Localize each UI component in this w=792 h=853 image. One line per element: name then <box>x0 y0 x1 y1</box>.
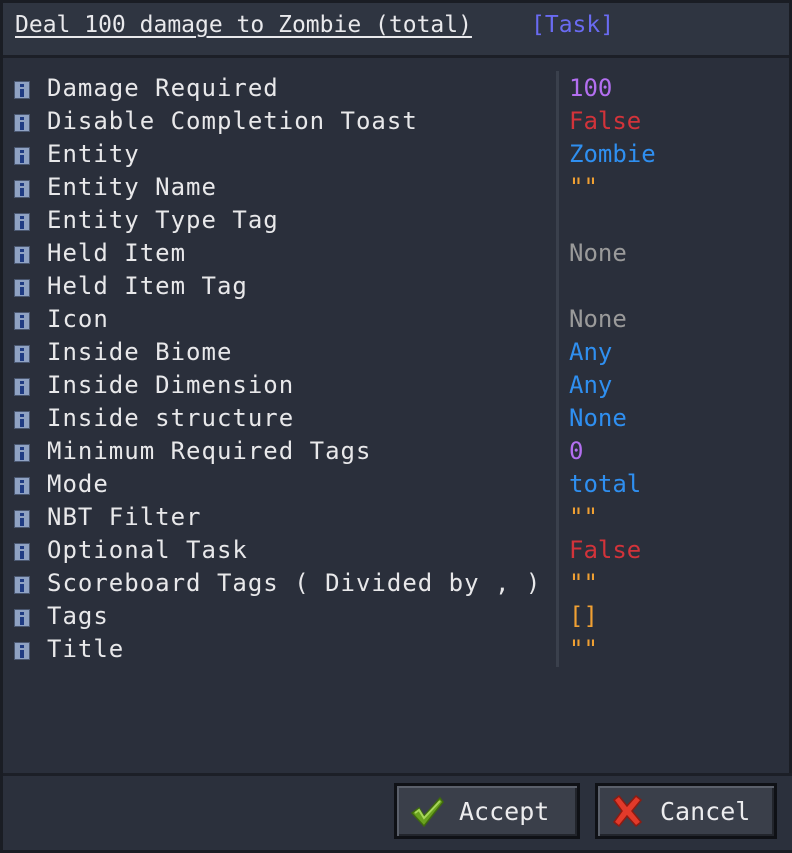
property-label: Optional Task <box>47 536 248 564</box>
property-label: Inside Dimension <box>47 371 295 399</box>
property-row[interactable]: Damage Required 100 <box>3 73 792 106</box>
property-label: Entity <box>47 140 140 168</box>
property-label: Minimum Required Tags <box>47 437 372 465</box>
info-icon[interactable] <box>14 411 30 429</box>
property-value[interactable]: Any <box>569 338 612 366</box>
info-icon[interactable] <box>14 345 30 363</box>
info-icon[interactable] <box>14 543 30 561</box>
info-icon[interactable] <box>14 81 30 99</box>
property-value[interactable]: "" <box>569 173 598 201</box>
info-icon[interactable] <box>14 279 30 297</box>
property-row[interactable]: Icon None <box>3 304 792 337</box>
property-row[interactable]: Inside structure None <box>3 403 792 436</box>
property-row[interactable]: Disable Completion Toast False <box>3 106 792 139</box>
property-label: Inside structure <box>47 404 295 432</box>
property-value[interactable]: total <box>569 470 641 498</box>
property-row[interactable]: Entity Zombie <box>3 139 792 172</box>
property-row[interactable]: Inside Biome Any <box>3 337 792 370</box>
property-row[interactable]: Mode total <box>3 469 792 502</box>
info-icon[interactable] <box>14 246 30 264</box>
info-icon[interactable] <box>14 147 30 165</box>
info-icon[interactable] <box>14 642 30 660</box>
property-value[interactable]: Zombie <box>569 140 656 168</box>
property-label: Mode <box>47 470 109 498</box>
property-label: Inside Biome <box>47 338 233 366</box>
property-row[interactable]: Inside Dimension Any <box>3 370 792 403</box>
property-value[interactable]: False <box>569 536 641 564</box>
property-label: Title <box>47 635 125 663</box>
config-window: Deal 100 damage to Zombie (total) [Task]… <box>0 0 792 853</box>
property-row[interactable]: Held Item None <box>3 238 792 271</box>
accept-label: Accept <box>459 797 550 826</box>
info-icon[interactable] <box>14 510 30 528</box>
footer-bar: Accept Cancel <box>3 773 792 850</box>
property-label: Icon <box>47 305 109 333</box>
property-value[interactable]: 100 <box>569 74 612 102</box>
info-icon[interactable] <box>14 576 30 594</box>
property-value[interactable]: "" <box>569 635 598 663</box>
info-icon[interactable] <box>14 444 30 462</box>
property-label: Entity Name <box>47 173 217 201</box>
title-bar: Deal 100 damage to Zombie (total) [Task] <box>3 3 789 58</box>
property-value[interactable]: Any <box>569 371 612 399</box>
property-list: Damage Required 100 Disable Completion Toa… <box>3 73 792 671</box>
cross-icon <box>612 794 643 828</box>
property-value[interactable]: "" <box>569 503 598 531</box>
accept-button[interactable]: Accept <box>394 783 580 839</box>
property-value[interactable]: None <box>569 305 627 333</box>
property-label: Disable Completion Toast <box>47 107 418 135</box>
info-icon[interactable] <box>14 213 30 231</box>
property-label: Tags <box>47 602 109 630</box>
property-label: Held Item Tag <box>47 272 248 300</box>
property-label: Scoreboard Tags ( Divided by , ) <box>47 569 542 597</box>
property-value[interactable]: None <box>569 404 627 432</box>
info-icon[interactable] <box>14 378 30 396</box>
property-row[interactable]: NBT Filter "" <box>3 502 792 535</box>
info-icon[interactable] <box>14 477 30 495</box>
property-label: NBT Filter <box>47 503 202 531</box>
window-title: Deal 100 damage to Zombie (total) <box>15 12 472 38</box>
info-icon[interactable] <box>14 114 30 132</box>
info-icon[interactable] <box>14 312 30 330</box>
task-tag: [Task] <box>531 12 615 38</box>
property-value[interactable]: False <box>569 107 641 135</box>
property-label: Held Item <box>47 239 187 267</box>
property-value[interactable]: None <box>569 239 627 267</box>
property-row[interactable]: Entity Type Tag <box>3 205 792 238</box>
cancel-button[interactable]: Cancel <box>595 783 777 839</box>
property-label: Entity Type Tag <box>47 206 279 234</box>
property-value[interactable]: [] <box>569 602 598 630</box>
property-row[interactable]: Held Item Tag <box>3 271 792 304</box>
info-icon[interactable] <box>14 180 30 198</box>
checkmark-icon <box>410 796 444 828</box>
info-icon[interactable] <box>14 609 30 627</box>
property-row[interactable]: Tags [] <box>3 601 792 634</box>
property-row[interactable]: Title "" <box>3 634 792 667</box>
property-value[interactable]: 0 <box>569 437 583 465</box>
property-row[interactable]: Entity Name "" <box>3 172 792 205</box>
cancel-label: Cancel <box>660 797 751 826</box>
property-value[interactable]: "" <box>569 569 598 597</box>
property-row[interactable]: Optional Task False <box>3 535 792 568</box>
property-row[interactable]: Minimum Required Tags 0 <box>3 436 792 469</box>
property-row[interactable]: Scoreboard Tags ( Divided by , ) "" <box>3 568 792 601</box>
property-label: Damage Required <box>47 74 279 102</box>
